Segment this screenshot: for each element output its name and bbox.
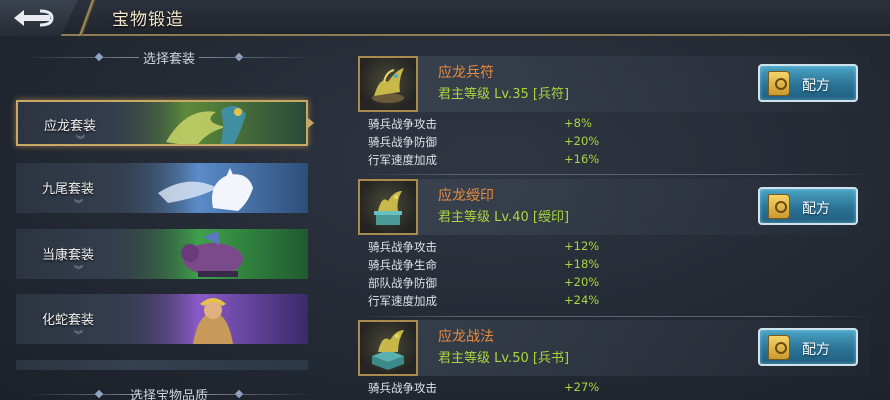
stat-row: 行军速度加成 +24% <box>368 293 628 311</box>
set-item-jiuwei[interactable]: 九尾套装 ︾ <box>16 163 308 213</box>
recipe-book-icon <box>768 194 790 219</box>
dragon-token-icon <box>372 68 404 103</box>
item-header: 应龙兵符 君主等级 Lv.35 [兵符] 配方 <box>358 56 870 112</box>
page-title: 宝物锻造 <box>112 10 184 30</box>
set-section-title: 选择套装 <box>142 51 195 67</box>
diamond-ornament-icon <box>94 389 104 399</box>
stat-row: 行军速度加成 +16% <box>368 152 628 170</box>
boar-beast-art-icon <box>108 229 308 279</box>
item-name: 应龙兵符 <box>438 65 494 81</box>
selection-pointer-icon <box>308 118 314 128</box>
stat-row: 骑兵战争生命 +18% <box>368 257 628 275</box>
set-label: 化蛇套装 <box>42 313 95 328</box>
chevron-down-icon: ︾ <box>76 136 86 146</box>
item-header: 应龙战法 君主等级 Lv.50 [兵书] 配方 <box>358 320 870 376</box>
stat-value: +20% <box>564 134 600 148</box>
set-section-header: 选择套装 <box>24 47 314 67</box>
stat-name: 骑兵战争生命 <box>368 258 437 272</box>
item-header: 应龙绶印 君主等级 Lv.40 [绶印] 配方 <box>358 179 870 235</box>
golden-dragon-art-icon <box>106 102 306 144</box>
stat-value: +12% <box>564 239 600 253</box>
stat-name: 部队战争防御 <box>368 276 437 290</box>
item-name: 应龙战法 <box>438 329 494 345</box>
recipe-button[interactable]: 配方 <box>758 64 858 102</box>
divider-line <box>199 57 314 58</box>
item-divider <box>358 174 870 175</box>
stat-value: +27% <box>564 380 600 394</box>
stat-row: 部队战争防御 +20% <box>368 275 628 293</box>
nine-tailed-fox-art-icon <box>108 163 308 213</box>
treasure-item: 应龙战法 君主等级 Lv.50 [兵书] 配方 骑兵战争攻击 +27% <box>358 320 870 400</box>
item-requirement: 君主等级 Lv.35 [兵符] <box>438 87 570 102</box>
serpent-maiden-art-icon <box>108 294 308 344</box>
chevron-down-icon: ︾ <box>74 266 84 276</box>
recipe-book-icon <box>768 71 790 96</box>
item-icon-frame <box>358 179 418 235</box>
item-divider <box>358 316 870 317</box>
quality-section-header: 选择宝物品质 <box>24 384 314 400</box>
item-icon-frame <box>358 320 418 376</box>
stat-value: +16% <box>564 152 600 166</box>
recipe-book-icon <box>768 335 790 360</box>
recipe-button-label: 配方 <box>802 78 830 94</box>
divider-line <box>199 394 314 395</box>
set-item-dangkang[interactable]: 当康套装 ︾ <box>16 229 308 279</box>
divider-line <box>24 394 139 395</box>
treasure-item: 应龙绶印 君主等级 Lv.40 [绶印] 配方 骑兵战争攻击 +12% 骑兵战争… <box>358 179 870 317</box>
set-label: 当康套装 <box>42 248 95 263</box>
stat-name: 行军速度加成 <box>368 294 437 308</box>
chevron-down-icon: ︾ <box>74 331 84 341</box>
header-divider <box>70 0 104 36</box>
stat-row: 骑兵战争攻击 +12% <box>368 239 628 257</box>
recipe-button[interactable]: 配方 <box>758 328 858 366</box>
dragon-seal-icon <box>374 191 402 225</box>
item-requirement: 君主等级 Lv.50 [兵书] <box>438 351 570 366</box>
stat-row: 骑兵战争攻击 +8% <box>368 116 628 134</box>
title-bar: 宝物锻造 <box>0 0 890 36</box>
chevron-down-icon: ︾ <box>74 200 84 210</box>
set-label: 应龙套装 <box>44 119 97 134</box>
back-arrow-icon <box>14 9 54 27</box>
set-label: 九尾套装 <box>42 182 95 197</box>
quality-section-title: 选择宝物品质 <box>129 388 208 400</box>
stat-name: 行军速度加成 <box>368 153 437 167</box>
stat-name: 骑兵战争攻击 <box>368 117 437 131</box>
divider-line <box>24 57 139 58</box>
stat-row: 骑兵战争防御 +20% <box>368 134 628 152</box>
set-item-yinglong[interactable]: 应龙套装 ︾ <box>16 100 308 146</box>
item-requirement: 君主等级 Lv.40 [绶印] <box>438 210 570 225</box>
stat-name: 骑兵战争攻击 <box>368 381 437 395</box>
recipe-button-label: 配方 <box>802 201 830 217</box>
item-icon-frame <box>358 56 418 112</box>
item-name: 应龙绶印 <box>438 188 494 204</box>
set-item-huashe[interactable]: 化蛇套装 ︾ <box>16 294 308 344</box>
treasure-item: 应龙兵符 君主等级 Lv.35 [兵符] 配方 骑兵战争攻击 +8% 骑兵战争防… <box>358 56 870 176</box>
back-button[interactable] <box>0 0 78 36</box>
stat-name: 骑兵战争防御 <box>368 135 437 149</box>
stat-value: +24% <box>564 293 600 307</box>
stat-list: 骑兵战争攻击 +27% <box>368 380 628 398</box>
recipe-button[interactable]: 配方 <box>758 187 858 225</box>
recipe-button-label: 配方 <box>802 342 830 358</box>
dragon-book-icon <box>372 330 404 370</box>
stat-value: +8% <box>564 116 592 130</box>
stat-value: +18% <box>564 257 600 271</box>
stat-value: +20% <box>564 275 600 289</box>
stat-list: 骑兵战争攻击 +8% 骑兵战争防御 +20% 行军速度加成 +16% <box>368 116 628 170</box>
stat-list: 骑兵战争攻击 +12% 骑兵战争生命 +18% 部队战争防御 +20% 行军速度… <box>368 239 628 311</box>
stat-name: 骑兵战争攻击 <box>368 240 437 254</box>
set-item-partial <box>16 360 308 370</box>
diamond-ornament-icon <box>94 52 104 62</box>
stat-row: 骑兵战争攻击 +27% <box>368 380 628 398</box>
